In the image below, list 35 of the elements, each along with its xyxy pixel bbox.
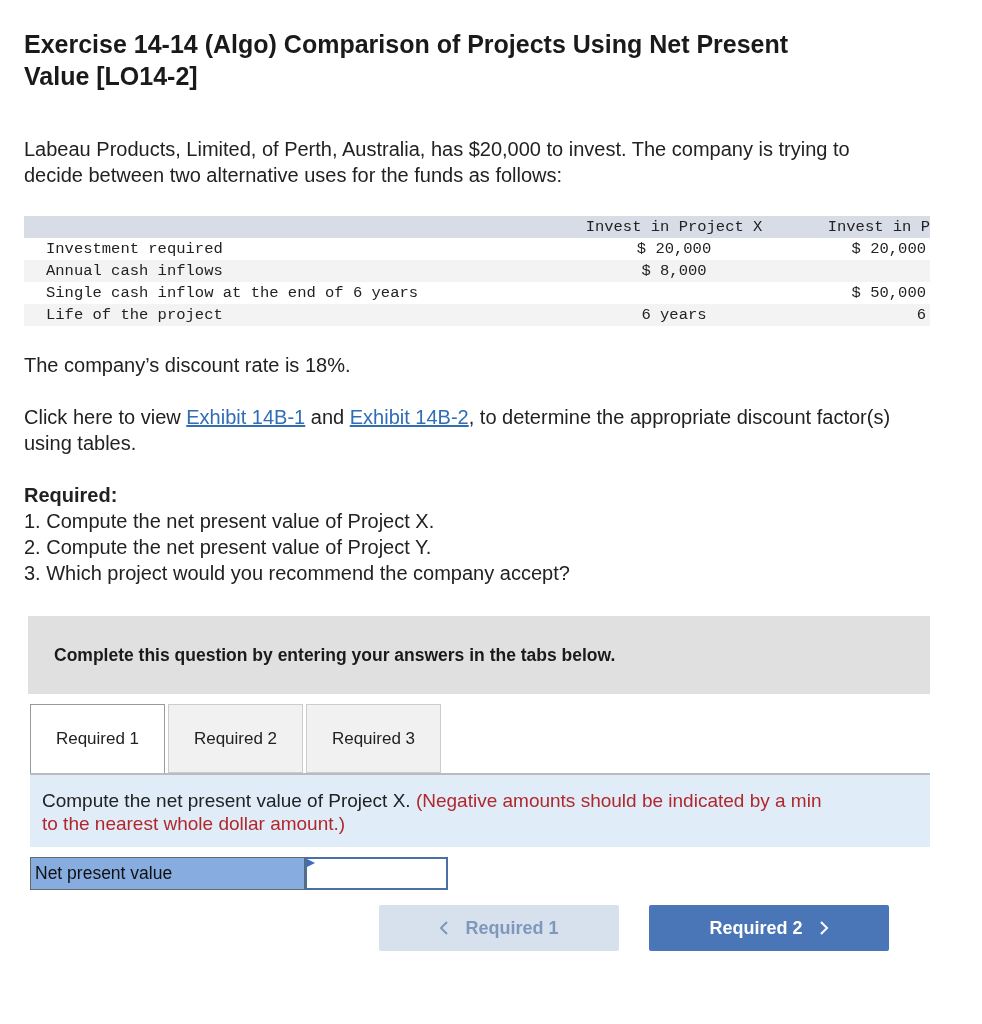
note-text: (Negative amounts should be indicated by a min [415, 790, 822, 811]
row-label: Annual cash inflows [45, 262, 224, 280]
required-item: 1. Compute the net present value of Project X. [24, 509, 436, 534]
table-cell-text: $ 8,000 [640, 262, 708, 280]
row-label: Single cash inflow at the end of 6 years [45, 284, 420, 302]
table-cell-text: $ 50,000 [850, 284, 927, 302]
instruction-text: Compute the net present value of Project X. [42, 790, 411, 811]
answer-label: Net present value [30, 857, 305, 890]
marker-icon [307, 859, 315, 867]
column-header: Invest in P [826, 218, 930, 236]
next-button[interactable]: Required 2 [649, 905, 889, 951]
chevron-left-icon [439, 920, 450, 936]
required-item: 2. Compute the net present value of Project Y. [24, 535, 433, 560]
chevron-right-icon [818, 920, 829, 936]
exhibit-link[interactable]: Exhibit 14B-1 [186, 406, 306, 428]
row-label: Life of the project [45, 306, 224, 324]
tab[interactable]: Required 1 [30, 704, 165, 773]
table-cell-text: 6 [915, 306, 927, 324]
note-text: to the nearest whole dollar amount.) [42, 813, 346, 834]
discount-rate-text: The company’s discount rate is 18%. [24, 353, 352, 378]
exhibit-link[interactable]: Exhibit 14B-2 [349, 406, 469, 428]
table-cell-text: $ 20,000 [850, 240, 927, 258]
instruction-banner: Complete this question by entering your answers in the tabs below. [28, 616, 930, 694]
table-cell-text: 6 years [640, 306, 708, 324]
tab[interactable]: Required 3 [306, 704, 441, 773]
answer-input[interactable] [305, 857, 448, 890]
exhibit-text: Click here to view Exhibit 14B-1 and Exhibit 14B-2, to determine the appropriate discount factor(s) using tables. [24, 405, 892, 456]
row-label: Investment required [45, 240, 224, 258]
tab[interactable]: Required 2 [168, 704, 303, 773]
required-heading: Required: [24, 483, 119, 508]
table-cell-text: $ 20,000 [635, 240, 713, 258]
intro-text: Labeau Products, Limited, of Perth, Australia, has $20,000 to invest. The company is trying to decide between two alternative uses for the funds as follows: [24, 137, 851, 188]
column-header: Invest in Project X [584, 218, 764, 236]
required-item: 3. Which project would you recommend the company accept? [24, 561, 571, 586]
exercise-title: Exercise 14-14 (Algo) Comparison of Projects Using Net Present Value [LO14-2] [24, 29, 790, 92]
